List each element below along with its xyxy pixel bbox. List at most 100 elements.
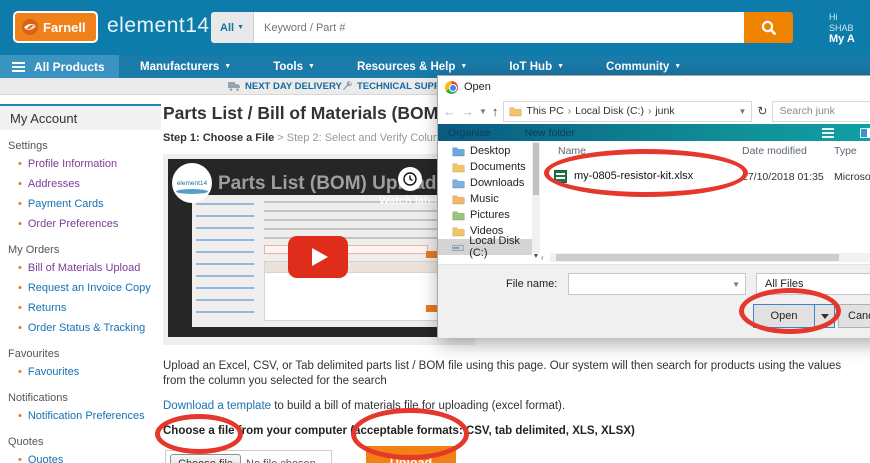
download-rest: to build a bill of materials file for up… [271,400,566,412]
place-desktop[interactable]: Desktop [438,143,532,159]
sidebar-item-favourites[interactable]: • Favourites [0,362,161,382]
dialog-footer: File name: ▼ All Files Open Cancel [438,264,870,338]
place-music[interactable]: Music [438,191,532,207]
sidebar-item-order-preferences[interactable]: • Order Preferences [0,214,161,234]
dialog-nav-row: ← → ▼ ↑ This PC › Local Disk (C:) › junk… [438,98,870,124]
bullet-icon: • [18,322,22,334]
cancel-button[interactable]: Cancel [838,304,870,328]
sidebar-link: Quotes [27,454,64,463]
sidebar-item-payment-cards[interactable]: • Payment Cards [0,194,161,214]
details-view-icon[interactable] [860,127,870,138]
sidebar-section-quotes: Quotes [8,436,44,448]
file-name-input[interactable]: ▼ [568,273,746,295]
nav-all-products[interactable]: All Products [0,55,119,78]
farnell-logo[interactable]: Farnell [13,11,98,43]
filter-value: All Files [765,278,804,290]
open-button[interactable]: Open [753,304,835,328]
refresh-icon[interactable]: ↻ [757,104,767,118]
farnell-logo-text: Farnell [43,19,86,35]
next-day-delivery-link[interactable]: NEXT DAY DELIVERY [228,78,342,94]
back-icon[interactable]: ← [443,104,456,119]
farnell-swoosh-icon [22,19,38,35]
chevron-down-icon[interactable]: ▼ [479,107,487,116]
file-row-xlsx[interactable]: my-0805-resistor-kit.xlsx 27/10/2018 01:… [542,169,870,185]
up-icon[interactable]: ↑ [492,104,499,119]
sidebar-section-my-orders: My Orders [8,244,60,256]
nav-manufacturers[interactable]: Manufacturers ▼ [119,55,252,78]
download-template-line: Download a template to build a bill of m… [163,400,863,412]
nav-label: All Products [34,59,105,74]
sidebar-item-bom-upload[interactable]: • Bill of Materials Upload [0,258,161,278]
sidebar-item-addresses[interactable]: • Addresses [0,174,161,194]
place-label: Local Disk (C:) [469,235,520,259]
search-scope-dropdown[interactable]: All ▼ [211,12,254,43]
element14-brand[interactable]: element14 [107,14,210,38]
sidebar-link: Order Preferences [27,218,119,230]
breadcrumb-junk[interactable]: junk [655,105,674,117]
sidebar-item-order-status[interactable]: • Order Status & Tracking [0,318,161,338]
sidebar-link: Returns [27,302,67,314]
column-header-date[interactable]: Date modified [742,145,807,157]
choose-file-button[interactable]: Choose file [170,454,242,463]
file-type-filter[interactable]: All Files [756,273,870,295]
search-button[interactable] [744,12,793,43]
wrench-icon [342,80,352,90]
list-view-icon[interactable] [822,127,834,138]
new-folder-button[interactable]: New folder [525,127,575,139]
watch-later-icon[interactable] [398,167,422,191]
watch-later-label: Watch later [379,195,438,207]
search-scope-value: All [220,21,235,34]
breadcrumb[interactable]: This PC › Local Disk (C:) › junk ▼ [503,100,753,122]
bullet-icon: • [18,262,22,274]
sidebar-section-settings: Settings [8,140,48,152]
scroll-down-arrow[interactable]: ▼ [532,253,540,263]
sidebar-item-notification-preferences[interactable]: • Notification Preferences [0,406,161,426]
vertical-scrollbar[interactable] [532,141,540,253]
cancel-button-label: Cancel [848,310,870,322]
upload-button[interactable]: Upload [366,446,456,463]
nav-tools[interactable]: Tools ▼ [252,55,336,78]
chevron-down-icon[interactable]: ▼ [738,107,746,116]
place-downloads[interactable]: Downloads [438,175,532,191]
breadcrumb-local-disk[interactable]: Local Disk (C:) [575,105,644,117]
organise-button[interactable]: Organise [448,127,491,139]
sidebar-title: My Account [0,104,161,130]
chevron-down-icon: ▼ [237,24,244,31]
horizontal-scrollbar[interactable] [550,253,870,262]
chevron-down-icon: ▼ [224,63,232,70]
bullet-icon: • [18,198,22,210]
nav-label: Community [606,60,670,73]
sidebar-item-profile-information[interactable]: • Profile Information [0,154,161,174]
search-input[interactable] [254,12,744,43]
hamburger-icon [12,61,25,72]
place-pictures[interactable]: Pictures [438,207,532,223]
sidebar-item-request-invoice[interactable]: • Request an Invoice Copy [0,278,161,298]
chevron-down-icon: ▼ [557,63,565,70]
place-local-disk[interactable]: Local Disk (C:) [438,235,532,259]
account-area[interactable]: Hi SHAB My A [829,12,870,45]
file-type: Microsoft [834,171,870,183]
element14-video-logo: element14 [172,163,212,203]
upload-description: Upload an Excel, CSV, or Tab delimited p… [163,360,842,387]
file-date-modified: 27/10/2018 01:35 [742,171,824,183]
sidebar-link: Bill of Materials Upload [27,262,141,274]
open-split-arrow[interactable] [814,305,834,327]
breadcrumb-this-pc[interactable]: This PC [526,105,563,117]
sidebar-item-returns[interactable]: • Returns [0,298,161,318]
dialog-search-box[interactable]: Search junk [772,100,870,122]
download-template-link[interactable]: Download a template [163,400,271,412]
column-header-name[interactable]: Name [558,145,586,157]
forward-icon[interactable]: → [461,104,474,119]
sidebar-item-quotes[interactable]: • Quotes [0,450,161,463]
column-header-type[interactable]: Type [834,145,857,157]
scroll-left-arrow[interactable]: ‹ [541,253,544,262]
search-bar: All ▼ [211,12,793,43]
play-button[interactable] [288,235,348,278]
view-icons [822,127,870,138]
place-documents[interactable]: Documents [438,159,532,175]
sidebar-link: Payment Cards [27,198,104,210]
dialog-titlebar[interactable]: Open [438,76,870,98]
truck-icon [228,82,240,91]
chevron-down-icon: ▼ [674,63,682,70]
video-player[interactable]: element14 Parts List (BOM) Upload Watch … [168,159,468,337]
